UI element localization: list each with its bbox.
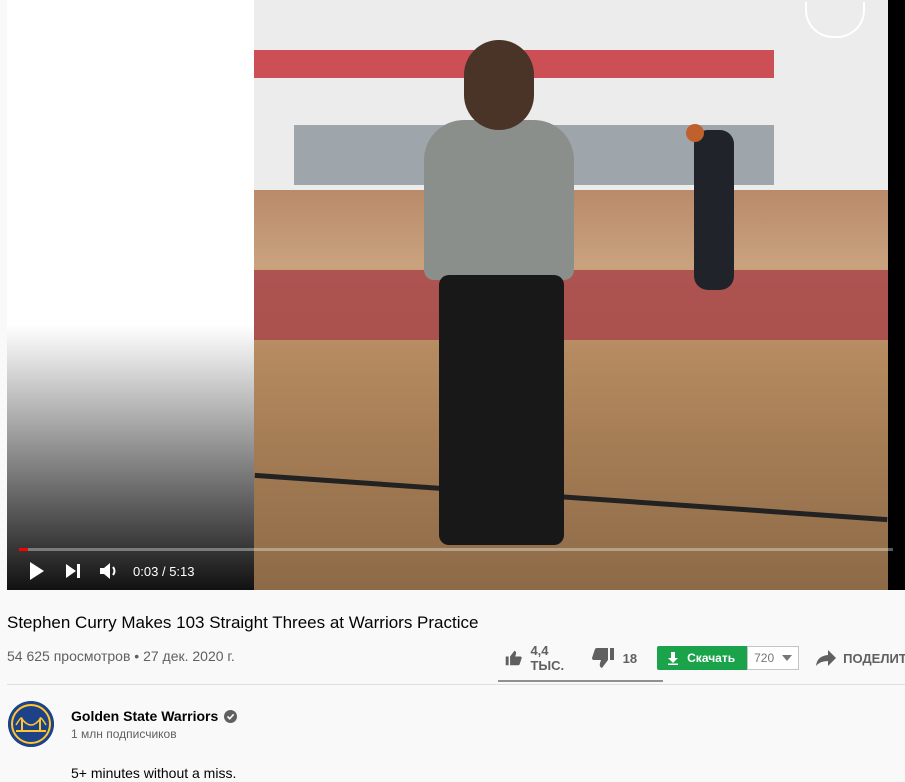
- next-icon: [66, 564, 80, 578]
- channel-avatar[interactable]: [8, 701, 54, 747]
- like-count: 4,4 ТЫС.: [530, 643, 565, 673]
- video-frame: [254, 0, 888, 590]
- chevron-down-icon: [782, 655, 793, 661]
- like-ratio-bar: [498, 680, 663, 682]
- download-widget: Скачать 720: [657, 646, 800, 670]
- dislike-count: 18: [622, 650, 638, 666]
- time-total: 5:13: [169, 563, 195, 579]
- like-button[interactable]: 4,4 ТЫС.: [505, 643, 571, 673]
- action-bar: 4,4 ТЫС. 18 Скачать 720 ПОДЕЛИТЬСЯ: [505, 642, 905, 674]
- shooter-figure: [384, 40, 604, 580]
- download-button[interactable]: Скачать: [657, 646, 748, 670]
- video-player[interactable]: 0:03 / 5:13: [7, 0, 905, 590]
- share-label: ПОДЕЛИТЬСЯ: [843, 650, 905, 666]
- download-label: Скачать: [687, 651, 736, 665]
- channel-name[interactable]: Golden State Warriors: [71, 708, 218, 724]
- view-count: 54 625 просмотров: [7, 648, 131, 664]
- quality-select[interactable]: 720: [747, 646, 800, 670]
- video-left-letterbox: [7, 0, 254, 590]
- progress-bar[interactable]: [19, 548, 893, 551]
- play-button[interactable]: [19, 556, 55, 586]
- volume-button[interactable]: [91, 556, 127, 586]
- coach-figure: [694, 130, 734, 290]
- download-arrow-icon: [668, 651, 679, 665]
- thumbs-up-icon: [505, 650, 522, 666]
- share-icon: [816, 650, 837, 666]
- quality-value: 720: [754, 651, 775, 665]
- channel-name-row[interactable]: Golden State Warriors: [71, 708, 238, 724]
- video-meta: 54 625 просмотров • 27 дек. 2020 г.: [7, 648, 235, 664]
- meta-dot: •: [134, 648, 140, 664]
- video-description: 5+ minutes without a miss.: [71, 765, 237, 781]
- player-controls: 0:03 / 5:13: [19, 556, 195, 586]
- progress-played: [19, 548, 28, 551]
- warriors-logo: [8, 701, 54, 747]
- share-button[interactable]: ПОДЕЛИТЬСЯ: [815, 649, 905, 667]
- play-icon: [30, 562, 44, 580]
- time-separator: /: [161, 563, 166, 579]
- time-current: 0:03: [133, 563, 159, 579]
- upload-date: 27 дек. 2020 г.: [143, 648, 235, 664]
- thumbs-down-icon: [591, 648, 614, 668]
- subscriber-count: 1 млн подписчиков: [71, 727, 177, 741]
- section-divider: [7, 684, 905, 685]
- verified-check-icon: [224, 709, 238, 723]
- next-button[interactable]: [55, 556, 91, 586]
- video-title: Stephen Curry Makes 103 Straight Threes …: [7, 613, 479, 632]
- basketball: [686, 124, 704, 142]
- time-display: 0:03 / 5:13: [133, 564, 195, 579]
- volume-icon: [100, 563, 116, 579]
- dislike-button[interactable]: 18: [591, 647, 637, 669]
